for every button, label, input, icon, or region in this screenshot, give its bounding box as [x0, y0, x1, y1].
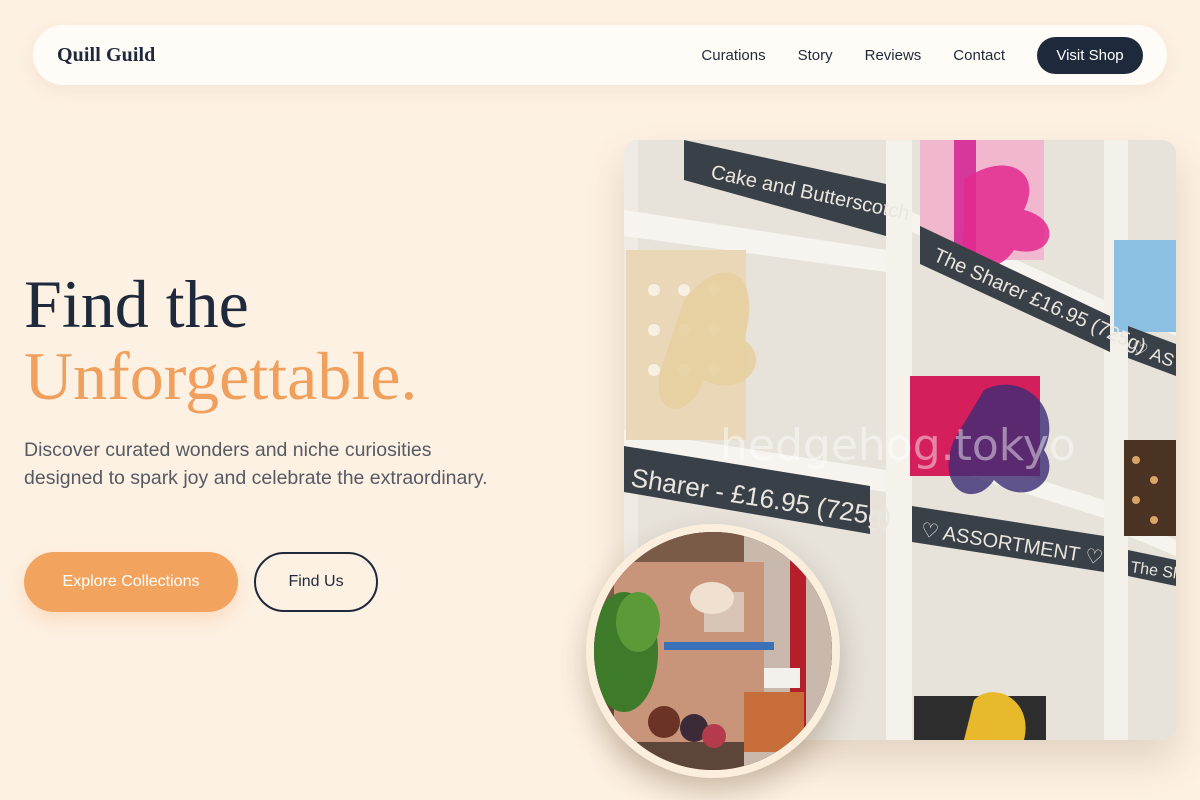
hero-title-line1: Find the — [24, 266, 249, 342]
visit-shop-button[interactable]: Visit Shop — [1037, 36, 1143, 74]
top-nav: Quill Guild Curations Story Reviews Cont… — [33, 25, 1167, 85]
nav-link-curations[interactable]: Curations — [701, 47, 765, 64]
explore-collections-button[interactable]: Explore Collections — [24, 552, 238, 612]
nav-links: Curations Story Reviews Contact Visit Sh… — [701, 36, 1143, 74]
hero-title: Find the Unforgettable. — [24, 268, 417, 412]
nav-link-reviews[interactable]: Reviews — [865, 47, 922, 64]
shop-window-photo — [586, 524, 840, 778]
find-us-button[interactable]: Find Us — [254, 552, 378, 612]
nav-link-contact[interactable]: Contact — [953, 47, 1005, 64]
brand-logo[interactable]: Quill Guild — [57, 44, 155, 67]
hero-description: Discover curated wonders and niche curio… — [24, 439, 488, 489]
hero-title-line2: Unforgettable. — [24, 338, 418, 414]
image-watermark: hedgehog.tokyo — [720, 420, 1076, 471]
nav-link-story[interactable]: Story — [798, 47, 833, 64]
